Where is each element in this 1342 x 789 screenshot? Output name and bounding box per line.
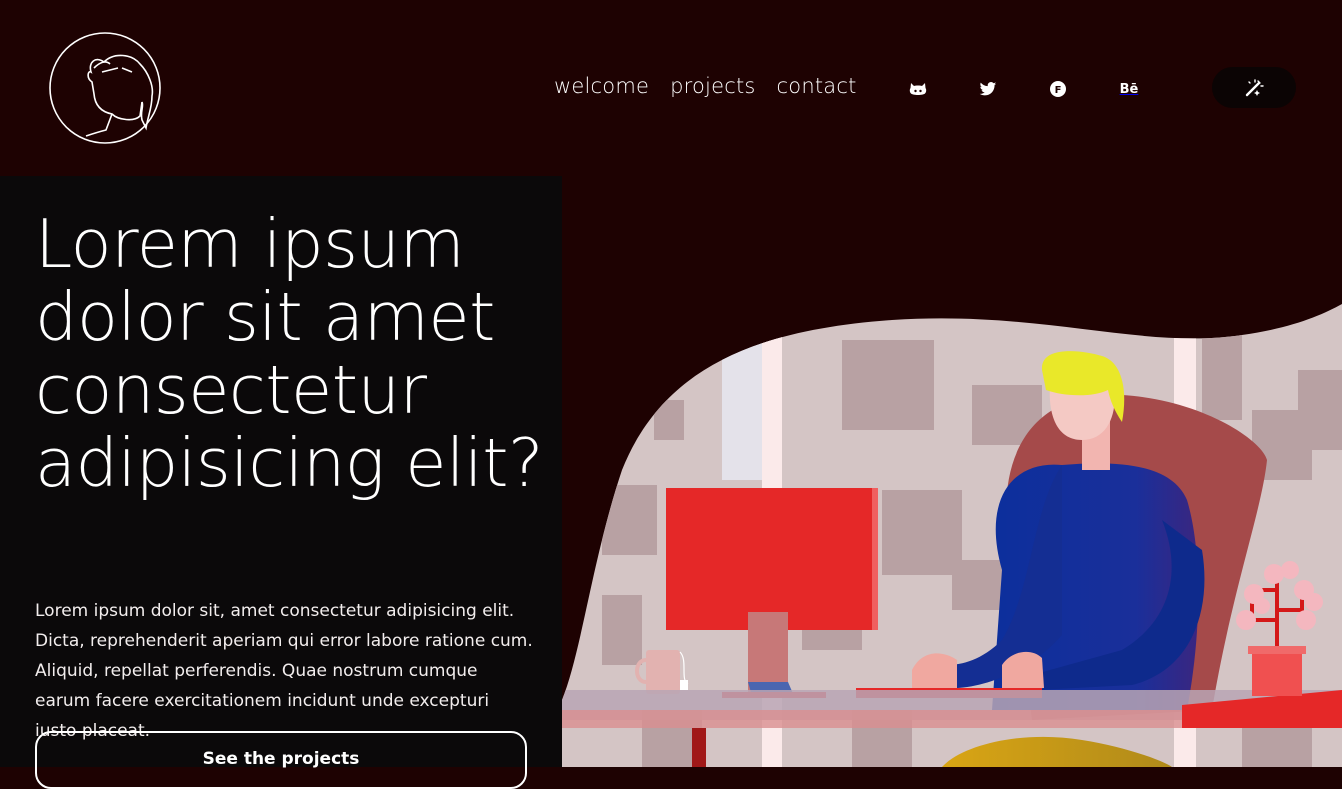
site-header: welcome projects contact F Bē	[0, 0, 1342, 176]
twitter-icon	[979, 81, 997, 95]
twitter-link[interactable]	[978, 79, 998, 99]
nav-link-contact[interactable]: contact	[777, 74, 857, 98]
behance-icon: Bē	[1119, 81, 1139, 97]
see-projects-button[interactable]: See the projects	[35, 731, 527, 789]
hero-illustration	[562, 304, 1342, 767]
hero-panel: Lorem ipsum dolor sit amet consectetur a…	[0, 176, 562, 789]
svg-text:F: F	[1055, 85, 1062, 96]
nav-link-projects[interactable]: projects	[670, 74, 755, 98]
theme-toggle-button[interactable]	[1212, 67, 1296, 108]
nav-link-welcome[interactable]: welcome	[554, 74, 649, 98]
main-nav: welcome projects contact	[554, 74, 857, 98]
behance-link[interactable]: Bē	[1118, 79, 1140, 99]
hero-title: Lorem ipsum dolor sit amet consectetur a…	[35, 205, 544, 502]
github-link[interactable]	[908, 79, 928, 99]
hero-description: Lorem ipsum dolor sit, amet consectetur …	[35, 601, 533, 741]
github-icon	[909, 83, 927, 95]
avatar-logo[interactable]	[48, 32, 164, 144]
facebook-link[interactable]: F	[1048, 79, 1068, 99]
facebook-icon: F	[1050, 81, 1066, 97]
magic-wand-icon	[1245, 78, 1264, 96]
